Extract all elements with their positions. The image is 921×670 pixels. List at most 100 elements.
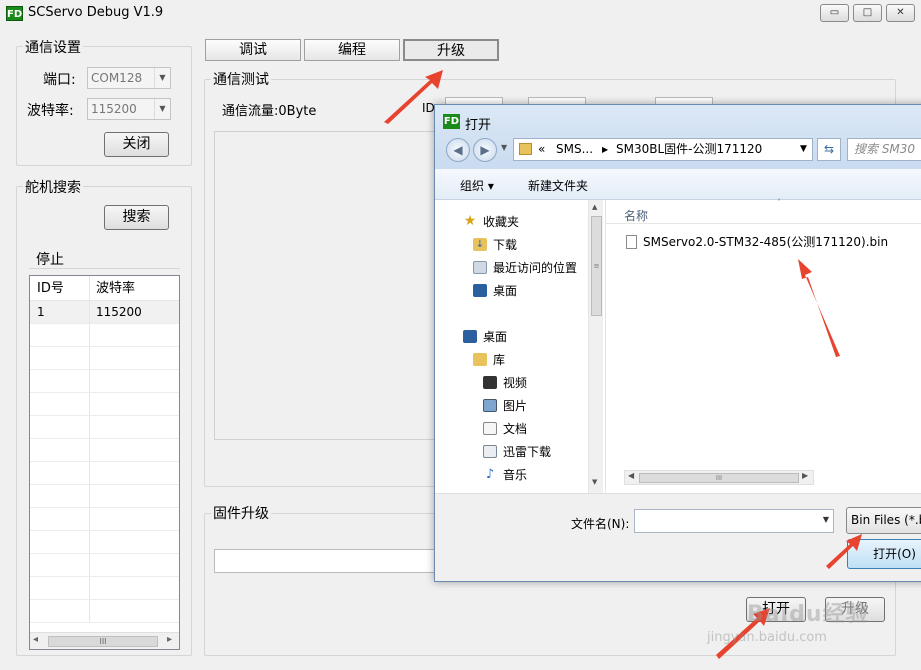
desktop-icon: [473, 284, 487, 297]
nav-documents[interactable]: 文档: [483, 420, 527, 437]
firmware-path-input[interactable]: [214, 549, 444, 573]
baud-label: 波特率:: [27, 103, 74, 119]
row-baud: 115200: [96, 305, 142, 319]
nav-videos[interactable]: 视频: [483, 374, 527, 391]
chevron-down-icon: ▼: [154, 99, 170, 119]
maximize-button[interactable]: □: [853, 4, 882, 22]
video-icon: [483, 376, 497, 389]
open-button[interactable]: 打开(O): [847, 539, 921, 569]
dialog-title: 打开: [465, 118, 492, 133]
tab-debug[interactable]: 调试: [205, 39, 301, 61]
nav-pictures[interactable]: 图片: [483, 397, 527, 414]
recent-places-icon: [473, 261, 487, 274]
picture-icon: [483, 399, 497, 412]
breadcrumb-separator-icon[interactable]: ▶: [602, 139, 608, 160]
app-icon: FD: [6, 6, 23, 21]
music-icon: ♪: [485, 467, 495, 482]
file-item[interactable]: SMServo2.0-STM32-485(公测171120).bin: [626, 233, 888, 250]
history-chevron-icon[interactable]: ▼: [501, 143, 507, 152]
download-folder-icon: ↓: [473, 238, 487, 251]
log-area[interactable]: [214, 131, 444, 440]
nav-favorites[interactable]: ★ 收藏夹: [463, 213, 519, 230]
row-id: 1: [30, 301, 90, 323]
address-bar[interactable]: « SMS... ▶ SM30BL固件-公测171120 ▼: [513, 138, 813, 161]
document-icon: [483, 422, 497, 435]
star-icon: ★: [463, 213, 477, 229]
chevron-down-icon[interactable]: ▼: [800, 139, 807, 160]
filename-input[interactable]: ▼: [634, 509, 834, 533]
new-folder-button[interactable]: 新建文件夹: [528, 177, 588, 194]
scroll-thumb[interactable]: III: [48, 636, 158, 647]
nav-downloads[interactable]: ↓ 下载: [473, 236, 517, 253]
breadcrumb-folder[interactable]: SM30BL固件-公测171120: [616, 139, 762, 160]
dialog-app-icon: FD: [443, 114, 460, 129]
nav-library[interactable]: 库: [473, 351, 505, 368]
sort-icon: ˄: [777, 198, 781, 207]
scroll-thumb[interactable]: ≡: [591, 216, 602, 316]
close-window-button[interactable]: ✕: [886, 4, 915, 22]
tab-program[interactable]: 编程: [304, 39, 400, 61]
baud-select[interactable]: 115200 ▼: [87, 98, 171, 120]
desktop-icon: [463, 330, 477, 343]
servo-list[interactable]: ID号 波特率 1 115200: [29, 275, 180, 650]
scroll-thumb[interactable]: III: [639, 473, 799, 483]
firmware-title: 固件升级: [211, 503, 271, 523]
list-row[interactable]: 1 115200: [30, 301, 179, 324]
watermark-brand: Baidu经验: [747, 602, 869, 627]
dialog-footer: 文件名(N): ▼ Bin Files (*.b 打开(O): [435, 493, 921, 581]
column-baud[interactable]: 波特率: [90, 276, 179, 300]
scroll-right-icon[interactable]: ▸: [167, 634, 172, 645]
nav-xunlei[interactable]: 迅雷下载: [483, 443, 551, 460]
scroll-left-icon[interactable]: ◀: [628, 471, 634, 480]
breadcrumb-sms[interactable]: SMS...: [556, 139, 593, 160]
file-list[interactable]: ˄ 名称 SMServo2.0-STM32-485(公测171120).bin …: [606, 198, 921, 493]
traffic-label: 通信流量:0Byte: [222, 104, 317, 119]
baud-value: 115200: [91, 102, 137, 116]
file-icon: [626, 234, 637, 249]
scroll-right-icon[interactable]: ▶: [802, 471, 808, 480]
id-label: ID: [422, 101, 435, 115]
download-icon: [483, 445, 497, 458]
watermark-url: jingyan.baidu.com: [707, 630, 827, 645]
file-type-filter[interactable]: Bin Files (*.b: [846, 507, 921, 534]
chevron-down-icon: ▼: [154, 68, 170, 88]
column-name[interactable]: 名称: [624, 207, 648, 224]
back-icon[interactable]: ◀: [446, 138, 470, 162]
port-value: COM128: [91, 71, 143, 85]
list-header: ID号 波特率: [30, 276, 179, 301]
dialog-toolbar: 组织 ▾ 新建文件夹: [435, 169, 921, 200]
forward-icon[interactable]: ▶: [473, 138, 497, 162]
port-label: 端口:: [43, 72, 76, 88]
nav-desktop-fav[interactable]: 桌面: [473, 282, 517, 299]
comm-settings-title: 通信设置: [23, 37, 83, 57]
organize-button[interactable]: 组织 ▾: [460, 177, 494, 194]
close-port-button[interactable]: 关闭: [104, 132, 169, 157]
navigation-pane[interactable]: ★ 收藏夹 ↓ 下载 最近访问的位置 桌面 桌面 库 视频 图片 文档 迅雷下载 ♪…: [435, 200, 605, 493]
scroll-down-icon[interactable]: ▼: [592, 478, 597, 486]
chevron-down-icon[interactable]: ▼: [823, 515, 829, 524]
file-name: SMServo2.0-STM32-485(公测171120).bin: [643, 235, 889, 249]
filename-label: 文件名(N):: [571, 517, 630, 531]
window-title: SCServo Debug V1.9: [28, 5, 164, 20]
column-id[interactable]: ID号: [30, 276, 90, 300]
library-icon: [473, 353, 487, 366]
minimize-button[interactable]: ▭: [820, 4, 849, 22]
file-hscroll[interactable]: ◀ III ▶: [624, 470, 814, 485]
scroll-up-icon[interactable]: ▲: [592, 203, 597, 211]
nav-recent[interactable]: 最近访问的位置: [473, 259, 577, 276]
port-select[interactable]: COM128 ▼: [87, 67, 171, 89]
search-button[interactable]: 搜索: [104, 205, 169, 230]
breadcrumb-overflow[interactable]: «: [538, 139, 545, 160]
scroll-left-icon[interactable]: ◂: [33, 634, 38, 645]
nav-music[interactable]: ♪ 音乐: [483, 466, 527, 483]
servo-search-title: 舵机搜索: [23, 177, 83, 197]
open-file-dialog: FD 打开 ◀ ▶ ▼ « SMS... ▶ SM30BL固件-公测171120…: [434, 104, 921, 582]
nav-scrollbar[interactable]: ▲ ≡ ▼: [588, 200, 603, 493]
search-input[interactable]: 搜索 SM30: [847, 138, 921, 161]
tab-upgrade[interactable]: 升级: [403, 39, 499, 61]
comm-test-title: 通信测试: [211, 69, 271, 89]
list-hscroll[interactable]: ◂ III ▸: [30, 632, 179, 649]
nav-desktop[interactable]: 桌面: [463, 328, 507, 345]
refresh-icon[interactable]: ⇆: [817, 138, 841, 161]
folder-icon: [519, 143, 532, 155]
